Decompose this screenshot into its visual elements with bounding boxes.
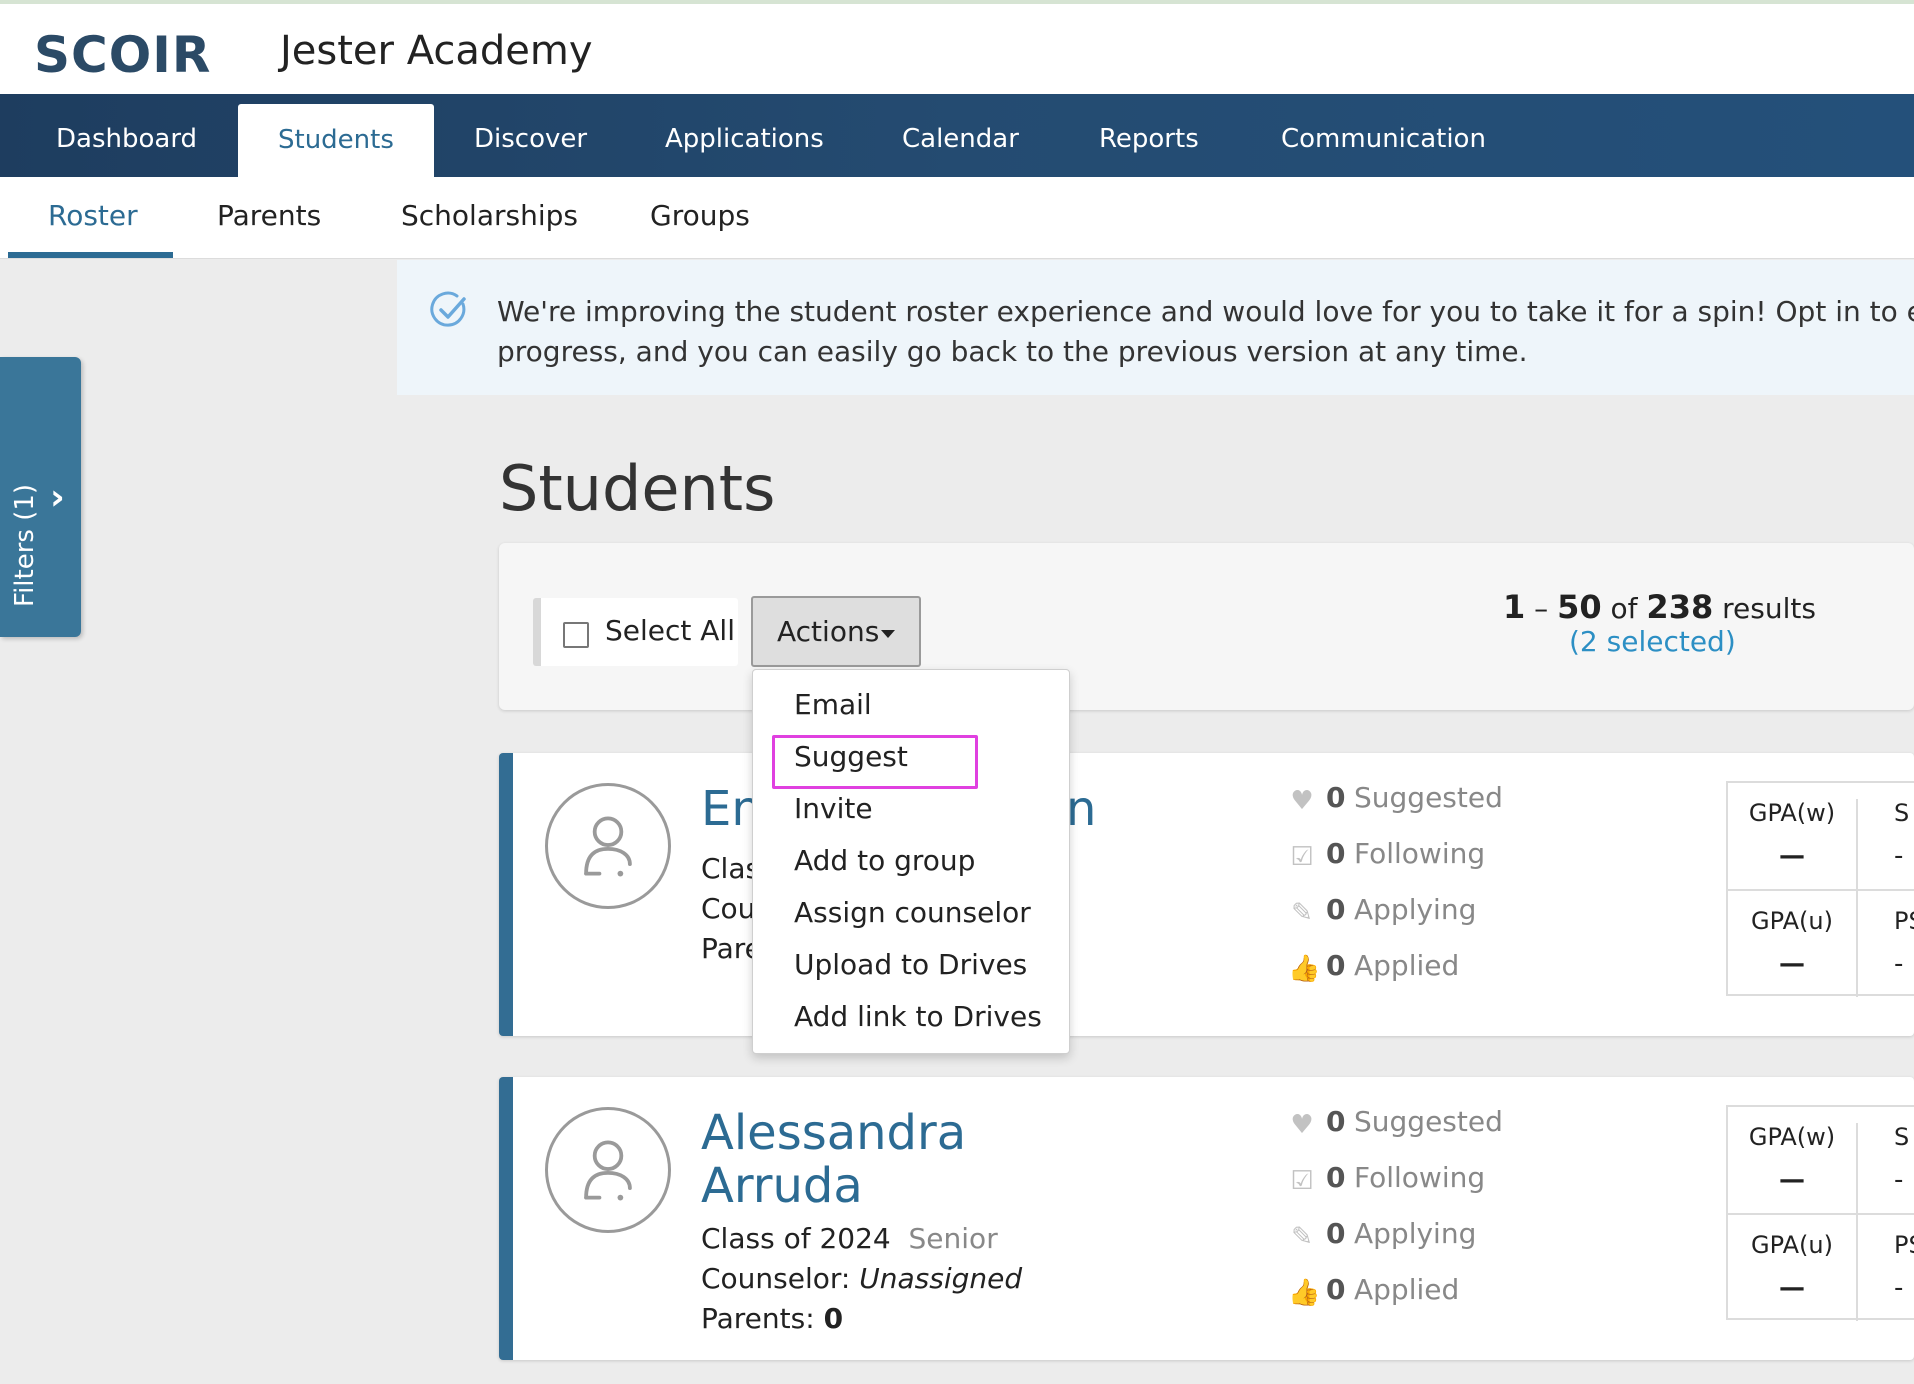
menu-item-email[interactable]: Email	[794, 688, 872, 721]
nav-calendar[interactable]: Calendar	[862, 94, 1059, 177]
select-all-label: Select All	[605, 614, 735, 647]
filters-tab[interactable]: Filters (1) ›	[0, 357, 81, 637]
active-tab-underline	[8, 252, 173, 258]
top-header: SCOIR Jester Academy	[0, 0, 1914, 94]
selected-count-link[interactable]: (2 selected)	[1569, 625, 1736, 658]
scoir-logo[interactable]: SCOIR	[34, 26, 211, 84]
primary-nav: Dashboard Students Discover Applications…	[0, 94, 1914, 177]
menu-item-add-to-group[interactable]: Add to group	[794, 844, 975, 877]
gpa-grid: GPA(w)— GPA(u)— S- PS-	[1726, 1105, 1914, 1321]
subnav-roster[interactable]: Roster	[48, 177, 138, 259]
info-banner: We're improving the student roster exper…	[397, 260, 1914, 395]
student-status: Senior	[908, 1222, 998, 1255]
actions-label: Actions	[777, 615, 880, 648]
student-parents: Parents: 0	[701, 1302, 844, 1335]
filters-label: Filters (1)	[10, 483, 40, 607]
banner-line-1: We're improving the student roster exper…	[497, 295, 1914, 328]
school-name: Jester Academy	[280, 28, 593, 74]
student-class: Class of 2024 Senior	[701, 1222, 998, 1255]
gpa-divider	[1728, 1213, 1914, 1215]
gpa-grid: GPA(w)— GPA(u)— S- PS-	[1726, 781, 1914, 997]
gpa-unweighted: GPA(u) —	[1728, 891, 1858, 997]
roster-toolbar: Select All Actions 1 – 50 of 238 results…	[499, 543, 1914, 710]
banner-line-2: progress, and you can easily go back to …	[497, 335, 1528, 368]
score-column-bottom: PS-	[1894, 1231, 1914, 1303]
subnav-groups[interactable]: Groups	[650, 177, 750, 259]
student-name[interactable]: Alessandra Arruda	[701, 1107, 966, 1213]
caret-down-icon	[881, 630, 895, 638]
student-counselor: Cou	[701, 892, 756, 925]
checkbox-icon: ☑	[1290, 1166, 1314, 1196]
page-title: Students	[499, 452, 776, 525]
subnav-scholarships[interactable]: Scholarships	[401, 177, 578, 259]
menu-item-invite[interactable]: Invite	[794, 792, 873, 825]
check-circle-icon	[430, 291, 466, 327]
pencil-icon: ✎	[1291, 898, 1313, 928]
thumbs-up-icon: 👍	[1288, 1278, 1321, 1308]
nav-students[interactable]: Students	[238, 104, 434, 177]
gpa-unweighted: GPA(u) —	[1728, 1215, 1858, 1321]
results-count: 1 – 50 of 238 results	[1503, 588, 1816, 626]
chevron-right-icon: ›	[50, 477, 65, 518]
student-counselor: Counselor: Unassigned	[701, 1262, 1023, 1295]
pencil-icon: ✎	[1291, 1222, 1313, 1252]
select-all-checkbox[interactable]	[563, 622, 589, 648]
gpa-divider	[1728, 889, 1914, 891]
actions-menu: Email Suggest Invite Add to group Assign…	[752, 669, 1070, 1054]
student-card[interactable]: Alessandra Arruda Class of 2024 Senior C…	[499, 1077, 1914, 1360]
menu-item-assign-counselor[interactable]: Assign counselor	[794, 896, 1031, 929]
nav-reports[interactable]: Reports	[1059, 94, 1239, 177]
user-icon	[545, 783, 671, 909]
suggest-highlight-box	[772, 735, 978, 789]
nav-communication[interactable]: Communication	[1241, 94, 1526, 177]
actions-button[interactable]: Actions	[751, 596, 921, 667]
heart-icon: ♥	[1290, 1110, 1314, 1140]
student-card[interactable]: En n Clas Cou Pare ♥ 0 Suggested ☑ 0 Followin…	[499, 753, 1914, 1036]
select-all-control[interactable]: Select All	[533, 598, 738, 666]
banner-text: We're improving the student roster exper…	[497, 292, 1914, 372]
menu-item-add-link-to-drives[interactable]: Add link to Drives	[794, 1000, 1042, 1033]
nav-dashboard[interactable]: Dashboard	[16, 94, 237, 177]
user-icon	[545, 1107, 671, 1233]
score-column-bottom: PS-	[1894, 907, 1914, 979]
subnav-parents[interactable]: Parents	[217, 177, 321, 259]
menu-item-upload-to-drives[interactable]: Upload to Drives	[794, 948, 1027, 981]
checkbox-icon: ☑	[1290, 842, 1314, 872]
sub-nav: Roster Parents Scholarships Groups	[0, 177, 1914, 259]
thumbs-up-icon: 👍	[1288, 954, 1321, 984]
heart-icon: ♥	[1290, 786, 1314, 816]
nav-applications[interactable]: Applications	[625, 94, 864, 177]
nav-discover[interactable]: Discover	[434, 94, 627, 177]
